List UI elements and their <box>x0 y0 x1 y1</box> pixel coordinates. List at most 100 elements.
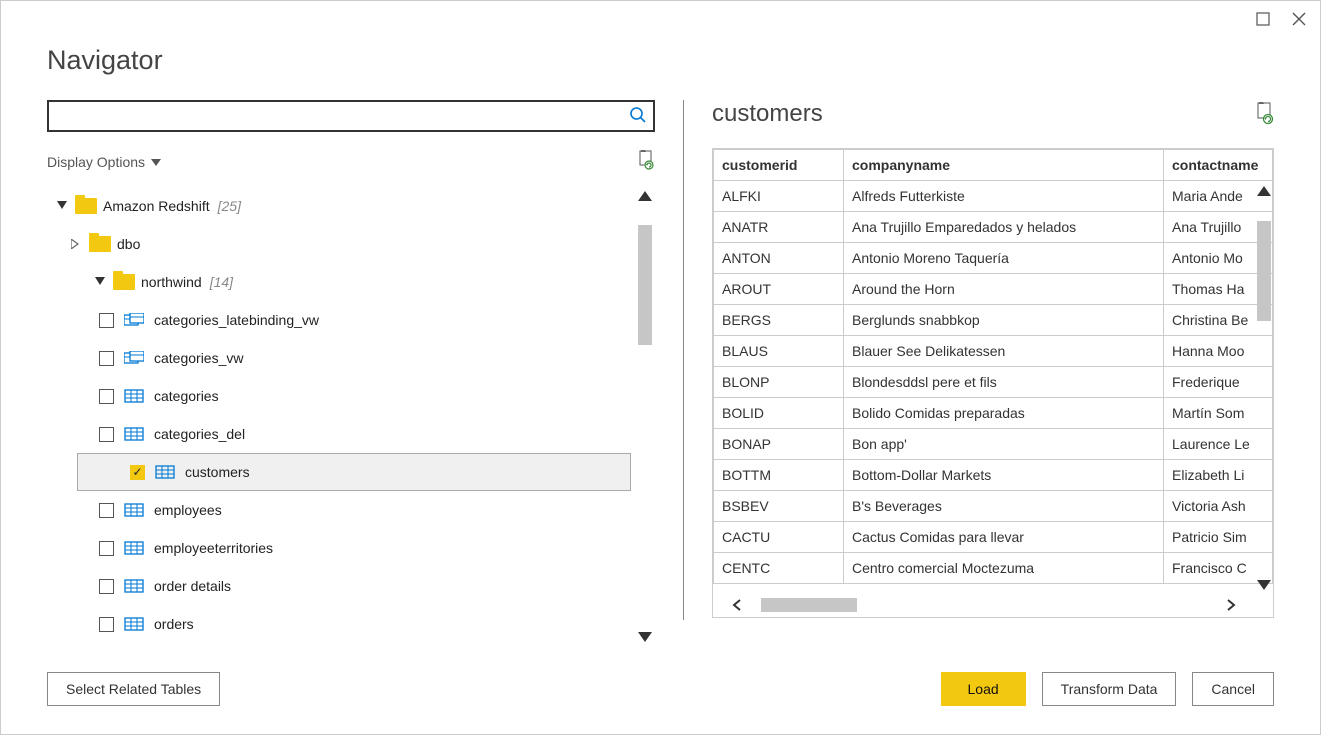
table-row[interactable]: ANTONAntonio Moreno TaqueríaAntonio Mo <box>714 243 1273 274</box>
table-row[interactable]: BSBEVB's BeveragesVictoria Ash <box>714 491 1273 522</box>
right-pane: customers customeridcompanynamecontactna… <box>712 100 1274 646</box>
tree-item[interactable]: employees <box>47 491 631 529</box>
scroll-track[interactable] <box>1257 201 1271 575</box>
checkbox[interactable] <box>99 313 114 328</box>
maximize-button[interactable] <box>1254 10 1272 28</box>
table-row[interactable]: CACTUCactus Comidas para llevarPatricio … <box>714 522 1273 553</box>
scroll-right-icon[interactable] <box>1207 598 1255 612</box>
scroll-track[interactable] <box>638 207 652 626</box>
table-row[interactable]: BLONPBlondesddsl pere et filsFrederique <box>714 367 1273 398</box>
checkbox[interactable] <box>99 503 114 518</box>
scroll-track[interactable] <box>761 598 1207 612</box>
table-cell: ANATR <box>714 212 844 243</box>
tree-node-northwind[interactable]: northwind [14] <box>47 263 631 301</box>
table-cell: AROUT <box>714 274 844 305</box>
tree-item-label: categories_latebinding_vw <box>154 312 319 328</box>
tree-item[interactable]: categories_latebinding_vw <box>47 301 631 339</box>
scroll-thumb[interactable] <box>761 598 857 612</box>
chevron-down-icon <box>151 154 161 170</box>
table-row[interactable]: BLAUSBlauer See DelikatessenHanna Moo <box>714 336 1273 367</box>
table-row[interactable]: ALFKIAlfreds FutterkisteMaria Ande <box>714 181 1273 212</box>
tree-item-label: order details <box>154 578 231 594</box>
table-icon <box>124 541 144 555</box>
column-header[interactable]: companyname <box>844 150 1164 181</box>
checkbox[interactable] <box>99 427 114 442</box>
checkbox[interactable] <box>99 617 114 632</box>
left-pane: Display Options <box>47 100 655 646</box>
tree-count: [25] <box>218 198 241 214</box>
refresh-tree-icon[interactable] <box>637 150 655 173</box>
preview-title: customers <box>712 100 1254 128</box>
search-box[interactable] <box>47 100 655 132</box>
tree-item[interactable]: ✓customers <box>77 453 631 491</box>
tree-node-root[interactable]: Amazon Redshift [25] <box>47 187 631 225</box>
preview-table: customeridcompanynamecontactname ALFKIAl… <box>713 149 1273 584</box>
scroll-up-icon[interactable] <box>1257 183 1271 201</box>
table-cell: B's Beverages <box>844 491 1164 522</box>
cancel-button[interactable]: Cancel <box>1192 672 1274 706</box>
collapse-icon[interactable] <box>55 201 69 211</box>
scroll-up-icon[interactable] <box>638 187 652 207</box>
search-icon[interactable] <box>629 106 647 127</box>
table-icon <box>124 503 144 517</box>
table-row[interactable]: ANATRAna Trujillo Emparedados y heladosA… <box>714 212 1273 243</box>
tree-item-label: categories <box>154 388 219 404</box>
table-row[interactable]: AROUTAround the HornThomas Ha <box>714 274 1273 305</box>
preview-table-wrap: customeridcompanynamecontactname ALFKIAl… <box>712 148 1274 618</box>
tree-item-label: categories_vw <box>154 350 244 366</box>
load-button[interactable]: Load <box>941 672 1026 706</box>
scroll-thumb[interactable] <box>1257 221 1271 321</box>
view-icon <box>124 313 144 327</box>
tree-scrollbar[interactable] <box>635 187 655 646</box>
expand-icon[interactable] <box>69 239 83 249</box>
table-icon <box>124 389 144 403</box>
display-options-dropdown[interactable]: Display Options <box>47 154 161 170</box>
scroll-down-icon[interactable] <box>1257 575 1271 593</box>
select-related-tables-button[interactable]: Select Related Tables <box>47 672 220 706</box>
table-cell: Berglunds snabbkop <box>844 305 1164 336</box>
transform-data-button[interactable]: Transform Data <box>1042 672 1177 706</box>
scroll-thumb[interactable] <box>638 225 652 345</box>
tree-node-dbo[interactable]: dbo <box>47 225 631 263</box>
scroll-left-icon[interactable] <box>713 598 761 612</box>
tree-item[interactable]: categories_vw <box>47 339 631 377</box>
tree-label: northwind <box>141 274 202 290</box>
tree-item[interactable]: orders <box>47 605 631 643</box>
display-options-label: Display Options <box>47 154 145 170</box>
scroll-down-icon[interactable] <box>638 626 652 646</box>
table-row[interactable]: BOLIDBolido Comidas preparadasMartín Som <box>714 398 1273 429</box>
tree-item[interactable]: order details <box>47 567 631 605</box>
titlebar <box>1 1 1320 37</box>
checkbox[interactable] <box>99 351 114 366</box>
tree-item[interactable]: employeeterritories <box>47 529 631 567</box>
table-icon <box>124 617 144 631</box>
collapse-icon[interactable] <box>93 277 107 287</box>
tree-item-label: employees <box>154 502 222 518</box>
pane-divider <box>683 100 684 620</box>
checkbox[interactable] <box>99 541 114 556</box>
view-icon <box>124 351 144 365</box>
table-row[interactable]: BONAPBon app'Laurence Le <box>714 429 1273 460</box>
table-cell: BLONP <box>714 367 844 398</box>
checkbox[interactable] <box>99 579 114 594</box>
table-horizontal-scrollbar[interactable] <box>713 593 1255 617</box>
table-cell: Antonio Moreno Taquería <box>844 243 1164 274</box>
table-row[interactable]: BERGSBerglunds snabbkopChristina Be <box>714 305 1273 336</box>
tree-item[interactable]: categories <box>47 377 631 415</box>
table-cell: BOTTM <box>714 460 844 491</box>
column-header[interactable]: contactname <box>1164 150 1273 181</box>
table-cell: BLAUS <box>714 336 844 367</box>
table-cell: ANTON <box>714 243 844 274</box>
tree-item-label: categories_del <box>154 426 245 442</box>
table-row[interactable]: CENTCCentro comercial MoctezumaFrancisco… <box>714 553 1273 584</box>
table-row[interactable]: BOTTMBottom-Dollar MarketsElizabeth Li <box>714 460 1273 491</box>
checkbox[interactable] <box>99 389 114 404</box>
tree-item[interactable]: categories_del <box>47 415 631 453</box>
column-header[interactable]: customerid <box>714 150 844 181</box>
close-button[interactable] <box>1290 10 1308 28</box>
checkbox[interactable]: ✓ <box>130 465 145 480</box>
table-vertical-scrollbar[interactable] <box>1255 183 1273 593</box>
search-input[interactable] <box>55 107 629 125</box>
table-cell: BSBEV <box>714 491 844 522</box>
refresh-preview-icon[interactable] <box>1254 102 1274 127</box>
